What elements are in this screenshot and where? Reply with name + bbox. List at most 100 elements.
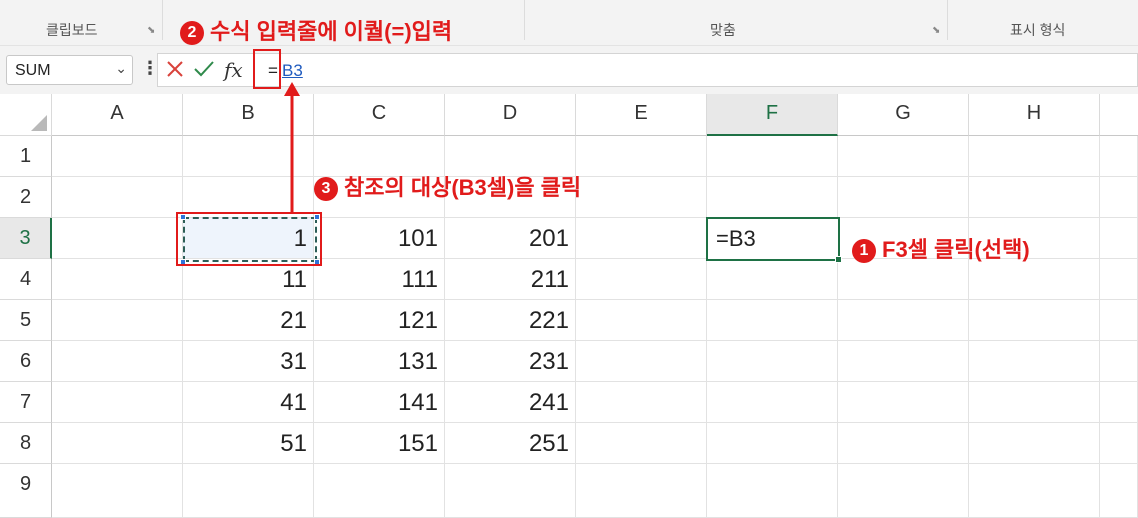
row-header-8[interactable]: 8 <box>0 423 52 464</box>
step-badge: 3 <box>314 177 338 201</box>
cell-g7[interactable] <box>838 382 969 423</box>
cell-f9[interactable] <box>707 464 838 518</box>
cell-h5[interactable] <box>969 300 1100 341</box>
cell-a9[interactable] <box>52 464 183 518</box>
name-box[interactable]: SUM ⌄ <box>6 55 133 85</box>
fill-handle[interactable] <box>835 256 842 263</box>
row-header-6[interactable]: 6 <box>0 341 52 382</box>
cell-g9[interactable] <box>838 464 969 518</box>
cell-a5[interactable] <box>52 300 183 341</box>
column-header-h[interactable]: H <box>969 94 1100 136</box>
cell-h6[interactable] <box>969 341 1100 382</box>
cell-i9[interactable] <box>1100 464 1138 518</box>
cell-e4[interactable] <box>576 259 707 300</box>
cell-f5[interactable] <box>707 300 838 341</box>
cell-f6[interactable] <box>707 341 838 382</box>
column-header-partial[interactable] <box>1100 94 1138 136</box>
cell-a1[interactable] <box>52 136 183 177</box>
cell-g5[interactable] <box>838 300 969 341</box>
cell-g2[interactable] <box>838 177 969 218</box>
cell-b8[interactable]: 51 <box>183 423 314 464</box>
cell-g1[interactable] <box>838 136 969 177</box>
cell-d5[interactable]: 221 <box>445 300 576 341</box>
row-header-4[interactable]: 4 <box>0 259 52 300</box>
cell-e6[interactable] <box>576 341 707 382</box>
cell-f2[interactable] <box>707 177 838 218</box>
cell-d3[interactable]: 201 <box>445 218 576 259</box>
cell-e5[interactable] <box>576 300 707 341</box>
cell-i4[interactable] <box>1100 259 1138 300</box>
alignment-launcher-icon[interactable]: ⬊ <box>932 25 940 36</box>
cell-h9[interactable] <box>969 464 1100 518</box>
cell-e2[interactable] <box>576 177 707 218</box>
row-header-1[interactable]: 1 <box>0 136 52 177</box>
select-all-corner[interactable] <box>0 94 52 136</box>
cell-e9[interactable] <box>576 464 707 518</box>
chevron-down-icon[interactable]: ⌄ <box>115 60 127 77</box>
active-cell-f3[interactable]: =B3 <box>706 217 840 261</box>
cell-c8[interactable]: 151 <box>314 423 445 464</box>
cell-b5[interactable]: 21 <box>183 300 314 341</box>
annotation-arrow-icon <box>284 82 300 212</box>
column-header-d[interactable]: D <box>445 94 576 136</box>
column-header-a[interactable]: A <box>52 94 183 136</box>
cell-f8[interactable] <box>707 423 838 464</box>
cell-b9[interactable] <box>183 464 314 518</box>
cell-i3[interactable] <box>1100 218 1138 259</box>
cell-d7[interactable]: 241 <box>445 382 576 423</box>
column-header-f[interactable]: F <box>707 94 838 136</box>
cell-a3[interactable] <box>52 218 183 259</box>
insert-function-icon[interactable]: fx <box>224 58 243 82</box>
column-header-e[interactable]: E <box>576 94 707 136</box>
cell-h2[interactable] <box>969 177 1100 218</box>
cell-c4[interactable]: 111 <box>314 259 445 300</box>
cell-a4[interactable] <box>52 259 183 300</box>
row-header-3[interactable]: 3 <box>0 218 52 259</box>
cell-e1[interactable] <box>576 136 707 177</box>
row-header-5[interactable]: 5 <box>0 300 52 341</box>
row-header-7[interactable]: 7 <box>0 382 52 423</box>
cell-c6[interactable]: 131 <box>314 341 445 382</box>
cell-g4[interactable] <box>838 259 969 300</box>
cell-c7[interactable]: 141 <box>314 382 445 423</box>
cell-i7[interactable] <box>1100 382 1138 423</box>
cell-c5[interactable]: 121 <box>314 300 445 341</box>
cell-a7[interactable] <box>52 382 183 423</box>
row-header-9[interactable]: 9 <box>0 464 52 518</box>
clipboard-launcher-icon[interactable]: ⬊ <box>147 25 155 36</box>
cell-d8[interactable]: 251 <box>445 423 576 464</box>
cell-e3[interactable] <box>576 218 707 259</box>
cell-d6[interactable]: 231 <box>445 341 576 382</box>
ribbon-group-number-format-label: 표시 형식 <box>1010 22 1066 38</box>
cell-i2[interactable] <box>1100 177 1138 218</box>
column-header-c[interactable]: C <box>314 94 445 136</box>
cell-c9[interactable] <box>314 464 445 518</box>
cell-h1[interactable] <box>969 136 1100 177</box>
cell-i8[interactable] <box>1100 423 1138 464</box>
cell-b6[interactable]: 31 <box>183 341 314 382</box>
cell-c3[interactable]: 101 <box>314 218 445 259</box>
cell-e8[interactable] <box>576 423 707 464</box>
cell-a8[interactable] <box>52 423 183 464</box>
cell-h4[interactable] <box>969 259 1100 300</box>
cell-h7[interactable] <box>969 382 1100 423</box>
cell-a6[interactable] <box>52 341 183 382</box>
cell-f1[interactable] <box>707 136 838 177</box>
cancel-icon[interactable] <box>165 58 185 80</box>
cell-e7[interactable] <box>576 382 707 423</box>
row-header-2[interactable]: 2 <box>0 177 52 218</box>
cell-a2[interactable] <box>52 177 183 218</box>
cell-f7[interactable] <box>707 382 838 423</box>
column-header-g[interactable]: G <box>838 94 969 136</box>
cell-d9[interactable] <box>445 464 576 518</box>
cell-d4[interactable]: 211 <box>445 259 576 300</box>
cell-f4[interactable] <box>707 259 838 300</box>
cell-i6[interactable] <box>1100 341 1138 382</box>
enter-check-icon[interactable] <box>193 58 215 80</box>
cell-g8[interactable] <box>838 423 969 464</box>
cell-i1[interactable] <box>1100 136 1138 177</box>
cell-h8[interactable] <box>969 423 1100 464</box>
cell-i5[interactable] <box>1100 300 1138 341</box>
cell-g6[interactable] <box>838 341 969 382</box>
cell-b7[interactable]: 41 <box>183 382 314 423</box>
